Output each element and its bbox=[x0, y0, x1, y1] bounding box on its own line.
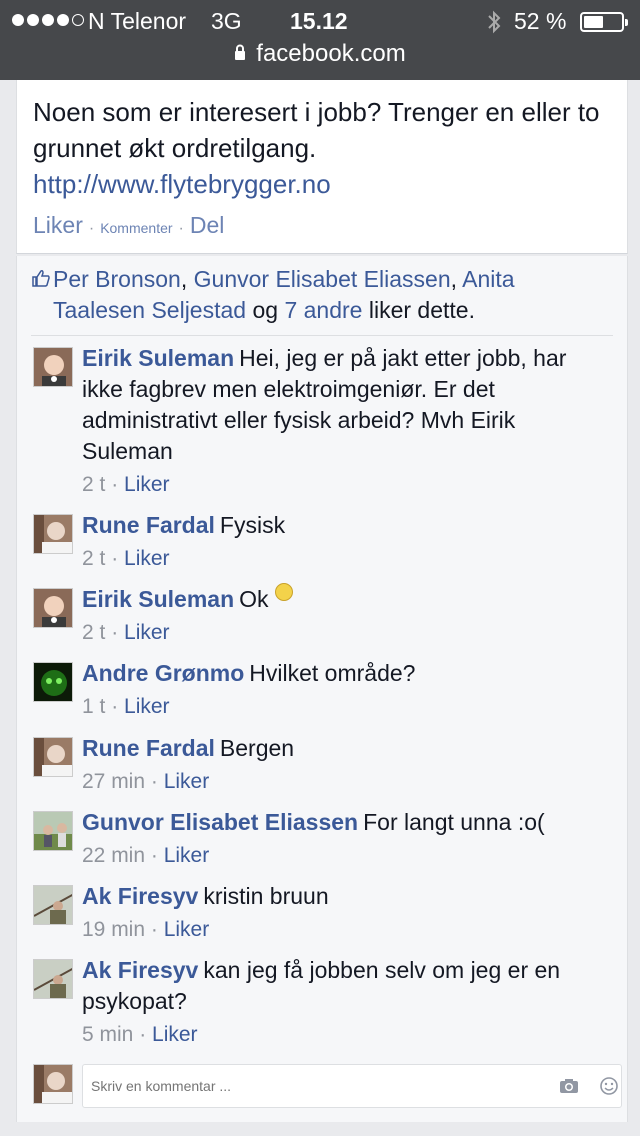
camera-icon[interactable] bbox=[559, 1076, 579, 1096]
comment-text: Fysisk bbox=[219, 512, 286, 538]
comment-text: Bergen bbox=[219, 735, 295, 761]
baby-photo-icon bbox=[34, 589, 72, 627]
comment-time[interactable]: 27 min bbox=[82, 770, 145, 793]
liker-name[interactable]: Per Bronson bbox=[53, 266, 181, 292]
like-button[interactable]: Liker bbox=[33, 212, 83, 239]
avatar[interactable] bbox=[33, 347, 73, 387]
post-card: Noen som er interesert i jobb? Trenger e… bbox=[16, 80, 628, 254]
status-row: N Telenor 3G 15.12 52 % bbox=[0, 8, 640, 36]
comment-author[interactable]: Ak Firesyv bbox=[82, 957, 198, 983]
signal-strength-icon bbox=[12, 14, 84, 26]
comment-author[interactable]: Eirik Suleman bbox=[82, 345, 234, 371]
likes-summary: Per Bronson, Gunvor Elisabet Eliassen, A… bbox=[31, 264, 591, 326]
comment-author[interactable]: Andre Grønmo bbox=[82, 660, 244, 686]
outdoor-photo-icon bbox=[34, 812, 72, 850]
hunter-photo-icon bbox=[34, 886, 72, 924]
avatar[interactable] bbox=[33, 514, 73, 554]
smile-emoji-icon bbox=[274, 583, 293, 601]
battery-percent: 52 % bbox=[514, 8, 567, 34]
share-button[interactable]: Del bbox=[190, 212, 225, 239]
comments-section: Per Bronson, Gunvor Elisabet Eliassen, A… bbox=[16, 256, 628, 1122]
avatar[interactable] bbox=[33, 811, 73, 851]
avatar[interactable] bbox=[33, 737, 73, 777]
comment-button[interactable]: Kommenter bbox=[100, 220, 172, 236]
comment-text: kristin bruun bbox=[203, 883, 329, 909]
comment-author[interactable]: Ak Firesyv bbox=[82, 883, 198, 909]
comment-author[interactable]: Rune Fardal bbox=[82, 512, 215, 538]
avatar[interactable] bbox=[33, 885, 73, 925]
comment-author[interactable]: Eirik Suleman bbox=[82, 586, 234, 612]
bluetooth-icon bbox=[488, 10, 501, 34]
hunter-photo-icon bbox=[34, 960, 72, 998]
comment-like-button[interactable]: Liker bbox=[124, 695, 170, 718]
comment-like-button[interactable]: Liker bbox=[124, 473, 170, 496]
post-text: Noen som er interesert i jobb? Trenger e… bbox=[33, 97, 600, 163]
comment-like-button[interactable]: Liker bbox=[124, 621, 170, 644]
my-avatar bbox=[33, 1064, 73, 1104]
post-link[interactable]: http://www.flytebrygger.no bbox=[33, 166, 331, 202]
comment-like-button[interactable]: Liker bbox=[164, 918, 210, 941]
post-actions: Liker · Kommenter · Del bbox=[33, 212, 225, 239]
man-photo-icon bbox=[34, 515, 72, 553]
network-type: 3G bbox=[211, 8, 242, 34]
comment-like-button[interactable]: Liker bbox=[164, 844, 210, 867]
comment-input[interactable] bbox=[82, 1064, 622, 1108]
green-photo-icon bbox=[34, 663, 72, 701]
comment-like-button[interactable]: Liker bbox=[152, 1023, 198, 1046]
lock-icon bbox=[235, 44, 246, 60]
comment-like-button[interactable]: Liker bbox=[124, 547, 170, 570]
avatar[interactable] bbox=[33, 662, 73, 702]
url-bar[interactable]: facebook.com bbox=[0, 40, 640, 72]
comment-like-button[interactable]: Liker bbox=[164, 770, 210, 793]
comment-author[interactable]: Gunvor Elisabet Eliassen bbox=[82, 809, 358, 835]
man-photo-icon bbox=[34, 1065, 72, 1103]
comment-time[interactable]: 1 t bbox=[82, 695, 105, 718]
avatar[interactable] bbox=[33, 959, 73, 999]
carrier-name: N Telenor bbox=[88, 8, 187, 34]
man-photo-icon bbox=[34, 738, 72, 776]
others-link[interactable]: 7 andre bbox=[284, 297, 362, 323]
clock: 15.12 bbox=[290, 8, 348, 34]
baby-photo-icon bbox=[34, 348, 72, 386]
comment-time[interactable]: 5 min bbox=[82, 1023, 133, 1046]
comment-time[interactable]: 19 min bbox=[82, 918, 145, 941]
battery-icon bbox=[580, 12, 628, 32]
liker-name[interactable]: Gunvor Elisabet Eliassen bbox=[194, 266, 451, 292]
comment-time[interactable]: 2 t bbox=[82, 473, 105, 496]
comment-text: For langt unna :o( bbox=[363, 809, 545, 835]
comment-composer bbox=[31, 1064, 622, 1108]
comment-time[interactable]: 22 min bbox=[82, 844, 145, 867]
comment-time[interactable]: 2 t bbox=[82, 621, 105, 644]
divider bbox=[31, 335, 613, 336]
comment-time[interactable]: 2 t bbox=[82, 547, 105, 570]
comment-text: Ok bbox=[239, 586, 269, 612]
smiley-icon[interactable] bbox=[599, 1076, 619, 1096]
avatar[interactable] bbox=[33, 588, 73, 628]
url-domain: facebook.com bbox=[256, 40, 406, 67]
comment-author[interactable]: Rune Fardal bbox=[82, 735, 215, 761]
status-bar: N Telenor 3G 15.12 52 % facebook.com bbox=[0, 0, 640, 80]
thumbs-up-icon bbox=[32, 270, 50, 287]
comment-text: Hvilket område? bbox=[249, 660, 416, 686]
